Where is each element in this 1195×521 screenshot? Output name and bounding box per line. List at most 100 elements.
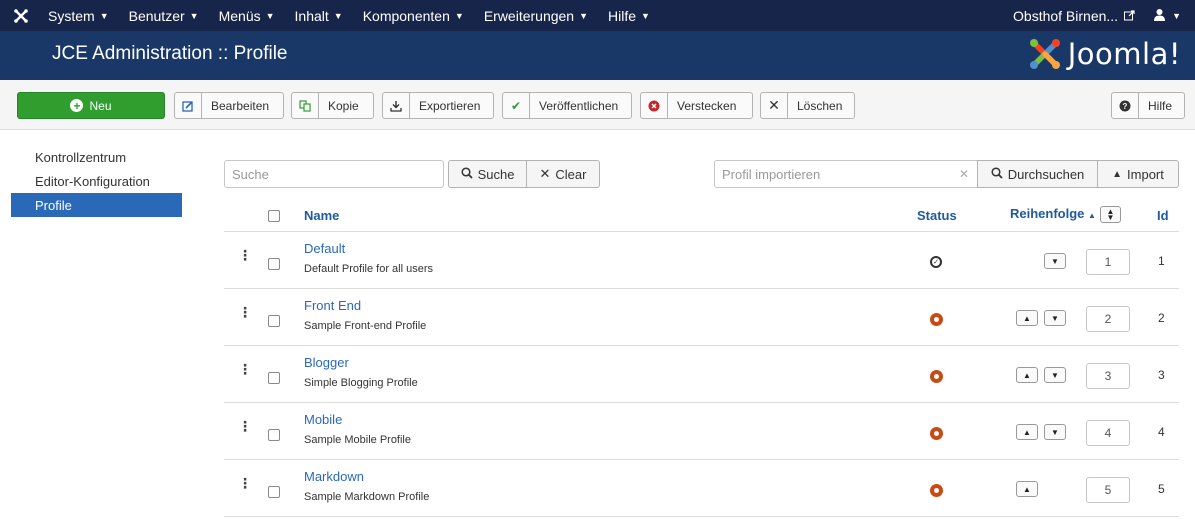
menu-label: Menüs [218,7,261,24]
profile-name-link[interactable]: Blogger [304,355,349,370]
menu-menus[interactable]: Menüs ▼ [209,0,285,31]
export-button-label: Exportieren [419,98,481,113]
move-down-button[interactable]: ▼ [1044,424,1066,440]
profile-description: Simple Blogging Profile [304,377,418,389]
menu-label: System [48,7,95,24]
profile-description: Sample Front-end Profile [304,320,427,332]
status-unpublished-icon[interactable] [930,484,943,497]
joomla-menu-icon[interactable] [4,0,38,31]
import-button[interactable]: ▲ Import [1097,160,1179,188]
clear-button[interactable]: ✕ Clear [526,160,600,188]
user-menu[interactable]: ▼ [1143,8,1195,24]
search-button-label: Suche [477,166,515,182]
menu-label: Benutzer [128,7,185,24]
sidebar-item-control-panel[interactable]: Kontrollzentrum [11,145,182,169]
clear-x-icon[interactable]: ✕ [959,167,969,181]
drag-handle-icon[interactable]: ⋮ [238,362,252,376]
close-icon: ✕ [539,166,551,181]
drag-handle-icon[interactable]: ⋮ [238,305,252,319]
row-checkbox[interactable] [268,429,280,441]
order-input[interactable]: 1 [1086,249,1130,275]
clear-button-label: Clear [555,166,587,182]
menu-content[interactable]: Inhalt ▼ [285,0,353,31]
status-default-icon[interactable]: ✓ [930,256,942,268]
sort-asc-icon: ▲ [1088,211,1096,220]
edit-button[interactable]: Bearbeiten [174,92,284,119]
joomla-logo: Joomla! [1028,37,1181,71]
question-circle-icon: ? [1112,93,1139,118]
row-checkbox[interactable] [268,258,280,270]
import-file-input[interactable]: Profil importieren ✕ [714,160,978,188]
move-up-button[interactable]: ▲ [1016,424,1038,440]
chevron-down-icon: ▼ [1051,256,1059,266]
menu-help[interactable]: Hilfe ▼ [598,0,660,31]
help-button[interactable]: ? Hilfe [1111,92,1185,119]
chevron-down-icon: ▼ [1051,370,1059,380]
caret-down-icon: ▼ [189,10,199,21]
row-id: 4 [1158,425,1165,439]
row-checkbox[interactable] [268,486,280,498]
export-button[interactable]: Exportieren [382,92,494,119]
status-unpublished-icon[interactable] [930,427,943,440]
search-input[interactable]: Suche [224,160,444,188]
column-header-ordering[interactable]: Reihenfolge ▲ [1010,206,1096,221]
save-order-button[interactable]: ▲ ▼ [1100,206,1121,223]
menu-extensions[interactable]: Erweiterungen ▼ [474,0,598,31]
row-checkbox[interactable] [268,372,280,384]
site-name: Obsthof Birnen... [1013,7,1119,24]
table-row: ⋮ Mobile Sample Mobile Profile ▲ ▼ 4 4 [224,403,1179,460]
status-unpublished-icon[interactable] [930,370,943,383]
order-input[interactable]: 5 [1086,477,1130,503]
plus-circle-icon: + [70,99,84,112]
drag-handle-icon[interactable]: ⋮ [238,419,252,433]
column-header-status[interactable]: Status [917,208,957,223]
status-unpublished-icon[interactable] [930,313,943,326]
sidebar: Kontrollzentrum Editor-Konfiguration Pro… [11,145,182,217]
chevron-up-icon: ▲ [1112,168,1123,180]
profile-name-link[interactable]: Mobile [304,412,342,427]
profile-name-link[interactable]: Markdown [304,469,364,484]
menu-users[interactable]: Benutzer ▼ [119,0,209,31]
sidebar-item-profiles[interactable]: Profile [11,193,182,217]
move-down-button[interactable]: ▼ [1044,367,1066,383]
publish-button-label: Veröffentlichen [539,98,619,113]
svg-text:?: ? [1123,102,1128,111]
unpublish-button[interactable]: Verstecken [640,92,753,119]
order-input[interactable]: 3 [1086,363,1130,389]
drag-handle-icon[interactable]: ⋮ [238,248,252,262]
search-icon [991,166,1003,182]
drag-handle-icon[interactable]: ⋮ [238,476,252,490]
delete-button[interactable]: ✕ Löschen [760,92,855,119]
order-input[interactable]: 2 [1086,306,1130,332]
site-link[interactable]: Obsthof Birnen... [1005,8,1143,24]
profile-description: Default Profile for all users [304,263,433,275]
row-checkbox[interactable] [268,315,280,327]
chevron-down-icon: ▼ [1051,313,1059,323]
order-input[interactable]: 4 [1086,420,1130,446]
new-button[interactable]: + Neu [17,92,165,119]
menu-system[interactable]: System ▼ [38,0,119,31]
row-id: 3 [1158,368,1165,382]
move-down-button[interactable]: ▼ [1044,253,1066,269]
move-up-button[interactable]: ▲ [1016,367,1038,383]
copy-button-label: Kopie [328,98,359,113]
publish-button[interactable]: ✔ Veröffentlichen [502,92,632,119]
profile-name-link[interactable]: Default [304,241,345,256]
sort-icon: ▲ ▼ [1106,206,1115,222]
profile-name-link[interactable]: Front End [304,298,361,313]
select-all-checkbox[interactable] [268,210,280,222]
sidebar-item-editor-config[interactable]: Editor-Konfiguration [11,169,182,193]
move-down-button[interactable]: ▼ [1044,310,1066,326]
delete-button-label: Löschen [797,98,843,113]
move-up-button[interactable]: ▲ [1016,310,1038,326]
column-header-id[interactable]: Id [1157,208,1169,223]
copy-button[interactable]: Kopie [291,92,374,119]
move-up-button[interactable]: ▲ [1016,481,1038,497]
column-header-name[interactable]: Name [304,208,339,223]
menu-components[interactable]: Komponenten ▼ [353,0,474,31]
search-placeholder: Suche [232,166,269,182]
ordering-label: Reihenfolge [1010,206,1085,221]
sidebar-item-label: Kontrollzentrum [35,149,127,165]
search-button[interactable]: Suche [448,160,527,188]
browse-button[interactable]: Durchsuchen [977,160,1098,188]
